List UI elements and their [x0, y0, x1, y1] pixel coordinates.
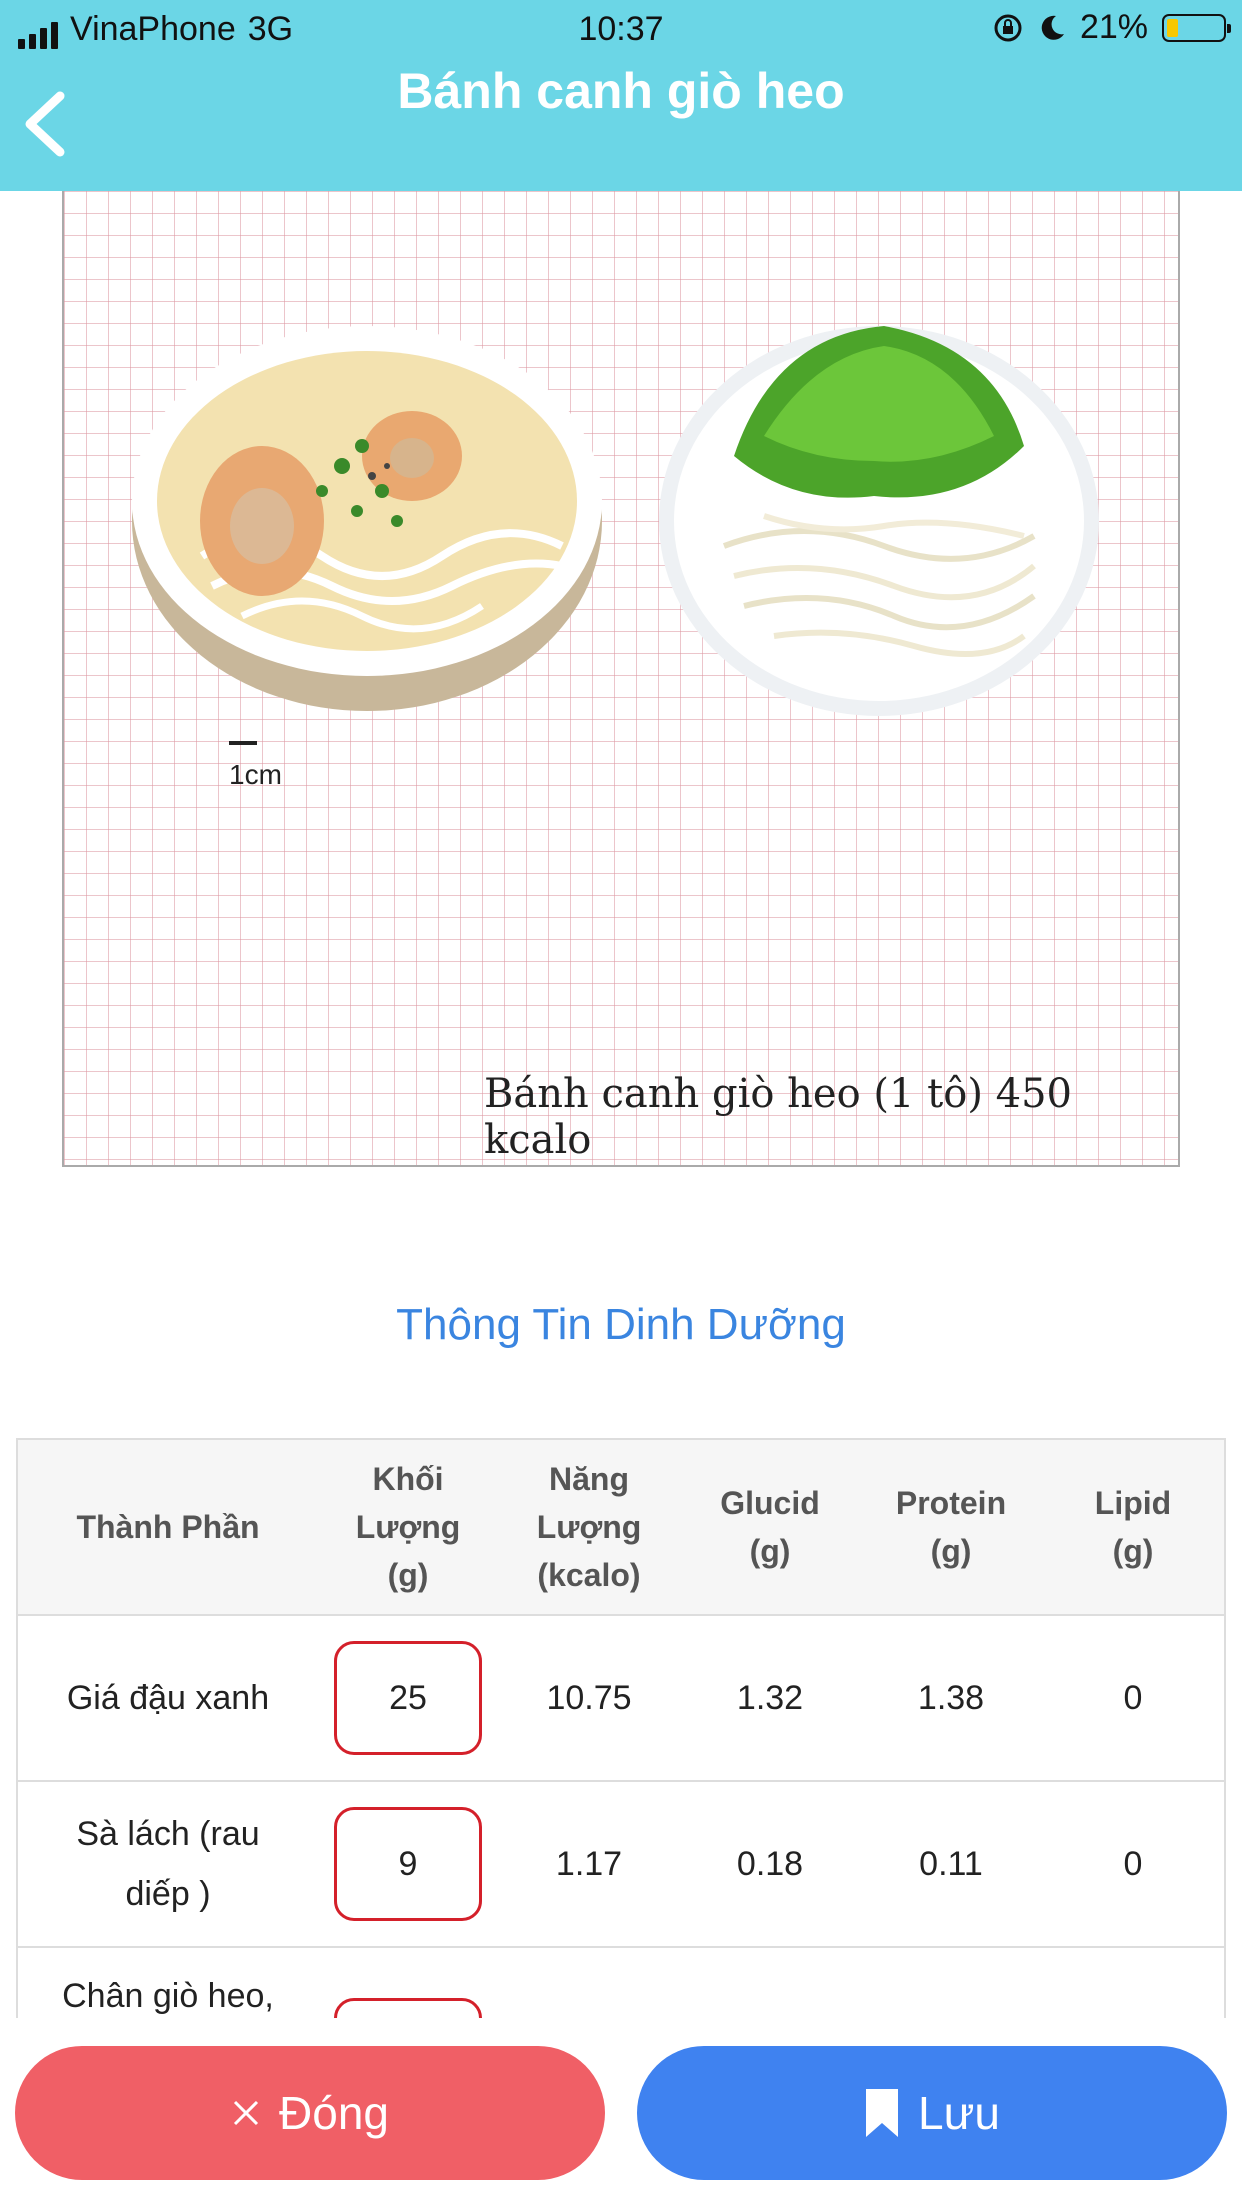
food-photo: 1cm Bánh canh giò heo (1 tô) 450 kcalo [62, 191, 1180, 1167]
nutrition-table: Thành Phần Khối Lượng (g) Năng Lượng (kcalo)… [16, 1438, 1226, 2030]
ingredient-name: Giá đậu xanh [66, 1679, 270, 1717]
soup-bowl-image [132, 326, 602, 711]
mass-input[interactable]: 9 [334, 1807, 482, 1921]
ingredient-name: Sà lách (rau diếp ) [76, 1815, 260, 1913]
glucid-value: 0.18 [736, 1845, 804, 1883]
header-lipid: Lipid (g) [1094, 1485, 1172, 1569]
ingredient-name: Chân giò heo, [62, 1977, 274, 2015]
header-component: Thành Phần [76, 1509, 260, 1545]
battery-percent: 21% [1079, 8, 1148, 46]
save-label: Lưu [918, 2087, 1000, 2139]
app-header: VinaPhone 3G 10:37 21% Bánh canh giò heo [0, 0, 1242, 191]
glucid-value: 1.32 [736, 1679, 804, 1717]
scale-label: 1cm [229, 759, 282, 790]
header-protein: Protein (g) [895, 1485, 1007, 1569]
close-button[interactable]: Đóng [15, 2046, 605, 2180]
close-label: Đóng [279, 2087, 389, 2139]
nutrition-section-title: Thông Tin Dinh Dưỡng [396, 1300, 846, 1349]
save-button[interactable]: Lưu [637, 2046, 1227, 2180]
photo-caption: Bánh canh giò heo (1 tô) 450 kcalo [484, 1071, 1072, 1163]
header-glucid: Glucid (g) [720, 1485, 820, 1569]
table-header: Thành Phần Khối Lượng (g) Năng Lượng (kcalo)… [18, 1440, 1224, 1616]
moon-icon [1041, 15, 1064, 40]
close-icon [233, 2100, 259, 2126]
energy-value: 1.17 [555, 1845, 623, 1883]
lipid-value: 0 [1123, 1845, 1143, 1883]
rotation-lock-icon [994, 14, 1022, 41]
status-bar: VinaPhone 3G 10:37 21% [0, 0, 1242, 60]
scale-indicator: 1cm [229, 741, 282, 791]
battery-icon [1162, 13, 1231, 42]
lipid-value: 0 [1123, 1679, 1143, 1717]
protein-value: 1.38 [917, 1679, 985, 1717]
mass-input[interactable]: 25 [334, 1641, 482, 1755]
table-row: Sà lách (rau diếp ) 9 1.17 0.18 0.11 0 [18, 1782, 1224, 1948]
header-mass: Khối Lượng (g) [355, 1461, 461, 1593]
table-row: Giá đậu xanh 25 10.75 1.32 1.38 0 [18, 1616, 1224, 1782]
protein-value: 0.11 [919, 1845, 983, 1883]
bookmark-icon [866, 2089, 899, 2137]
energy-value: 10.75 [546, 1679, 632, 1717]
header-energy: Năng Lượng (kcalo) [536, 1461, 642, 1593]
vegetable-plate-image [659, 326, 1099, 716]
page-title: Bánh canh giò heo [397, 63, 845, 119]
footer-bar: Đóng Lưu [0, 2018, 1242, 2208]
